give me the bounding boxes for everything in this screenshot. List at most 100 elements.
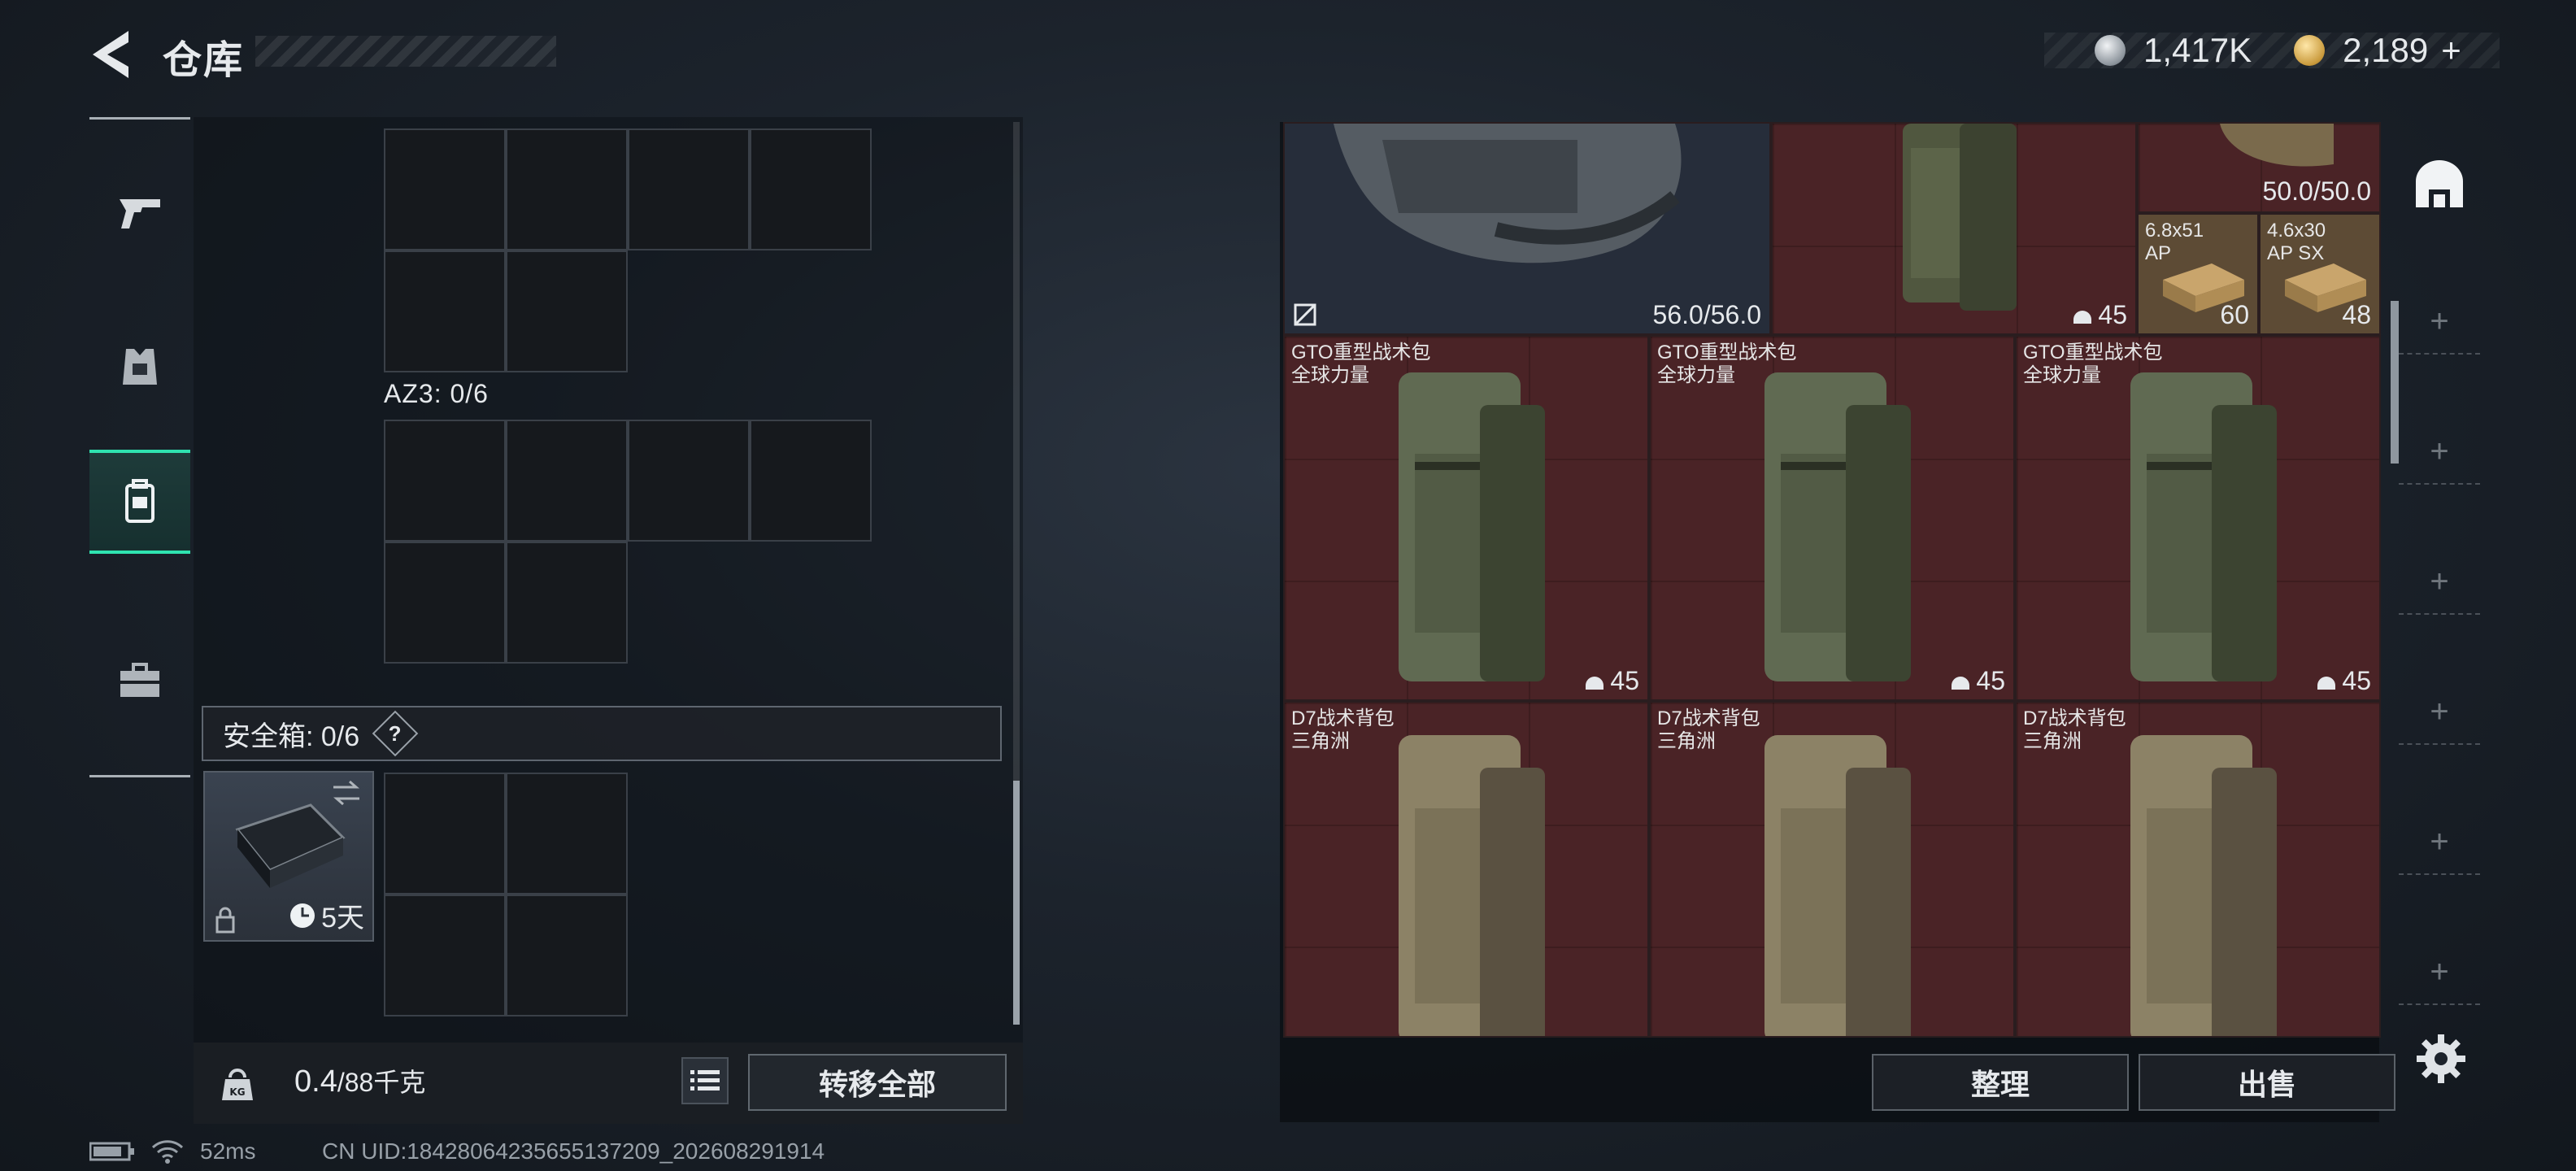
grid-cell[interactable]	[384, 128, 506, 250]
category-weapons[interactable]	[89, 160, 190, 264]
carry-weight-value: 0.4	[294, 1064, 337, 1099]
user-uid: CN UID:18428064235655137209_202608291914	[322, 1138, 825, 1164]
grid-cell[interactable]	[750, 128, 872, 250]
stash-item-ammo[interactable]: 4.6x30 AP SX 48	[2259, 213, 2381, 335]
stash-item-count: 45	[1584, 666, 1639, 696]
settings-button[interactable]	[2415, 1033, 2467, 1085]
helmet-icon	[1586, 676, 1604, 690]
ammo-count: 48	[2342, 300, 2371, 329]
title-decoration	[255, 36, 556, 67]
vault-icon	[2416, 160, 2463, 207]
pistol-icon	[120, 199, 160, 229]
d7-backpack-image	[1399, 735, 1545, 1036]
carry-weight-max: /88千克	[337, 1068, 426, 1097]
sell-button[interactable]: 出售	[2139, 1054, 2395, 1111]
durability: 56.0/56.0	[1652, 300, 1761, 329]
status-bar: 52ms	[89, 1138, 255, 1164]
gold-balance: 2,189	[2343, 31, 2429, 69]
gold-coin-icon	[2294, 35, 2326, 66]
stash-item-d7-pack[interactable]: D7战术背包 三角洲	[1283, 701, 1649, 1038]
grid-cell[interactable]	[384, 542, 506, 664]
grid-cell[interactable]	[384, 895, 506, 1016]
add-stash-page-button[interactable]: +	[2399, 810, 2480, 875]
grid-cell[interactable]	[628, 128, 750, 250]
helmet-image	[2220, 124, 2334, 167]
stash-item-gto-pack[interactable]: GTO重型战术包 全球力量 45	[1649, 335, 2015, 701]
item-name: D7战术背包 三角洲	[1291, 707, 1395, 752]
kettlebell-icon: KG	[222, 1069, 253, 1100]
grid-cell[interactable]	[506, 420, 628, 542]
stash-item-d7-pack[interactable]: D7战术背包 三角洲	[1649, 701, 2015, 1038]
list-icon	[690, 1070, 720, 1090]
stash-item-gto-pack[interactable]: GTO重型战术包 全球力量 45	[2015, 335, 2381, 701]
help-button[interactable]: ?	[372, 710, 419, 757]
lock-icon	[215, 907, 235, 934]
grid-cell[interactable]	[384, 773, 506, 895]
grid-cell[interactable]	[384, 420, 506, 542]
back-arrow-icon	[93, 31, 128, 78]
gear-icon	[2417, 1034, 2465, 1083]
stash-item-helmet[interactable]: 50.0/50.0	[2137, 122, 2381, 213]
back-button[interactable]	[88, 29, 133, 80]
secure-case-label: 安全箱: 0/6	[223, 720, 360, 752]
stash-item-count: 45	[1950, 666, 2005, 696]
secure-case-item[interactable]: 5天	[203, 771, 374, 942]
grid-cell[interactable]	[506, 895, 628, 1016]
grid-cell[interactable]	[506, 542, 628, 664]
stash-item-gto-pack[interactable]: GTO重型战术包 全球力量 45	[1283, 335, 1649, 701]
silver-balance: 1,417K	[2143, 31, 2252, 69]
durability: 50.0/50.0	[2262, 176, 2371, 206]
add-stash-page-button[interactable]: +	[2399, 940, 2480, 1005]
weight-icon: KG	[203, 1052, 272, 1116]
stash-item-ammo[interactable]: 6.8x51 AP 60	[2137, 213, 2259, 335]
currency-bar: 1,417K 2,189 +	[2044, 31, 2500, 70]
helmet-icon	[2317, 676, 2336, 690]
add-stash-page-button[interactable]: +	[2399, 550, 2480, 615]
helmet-icon	[2073, 310, 2092, 324]
category-backpacks[interactable]	[89, 450, 190, 554]
toolbox-icon	[120, 663, 159, 697]
svg-text:KG: KG	[229, 1086, 245, 1098]
grid-cell[interactable]	[506, 773, 628, 895]
item-name: D7战术背包 三角洲	[1657, 707, 1760, 752]
grid-cell[interactable]	[628, 420, 750, 542]
battery-icon	[89, 1142, 134, 1161]
add-gold-button[interactable]: +	[2441, 31, 2461, 70]
transfer-all-button[interactable]: 转移全部	[748, 1054, 1007, 1111]
grid-cell[interactable]	[750, 420, 872, 542]
ammo-count: 60	[2220, 300, 2249, 329]
list-view-button[interactable]	[681, 1057, 729, 1104]
rental-time-remaining: 5天	[289, 895, 364, 935]
grid-cell[interactable]	[384, 250, 506, 372]
secure-case-header: 安全箱: 0/6 ?	[202, 706, 1002, 761]
loadout-scroll-thumb[interactable]	[1013, 781, 1020, 1025]
category-tools[interactable]	[89, 629, 190, 733]
backpack-icon	[125, 479, 154, 523]
ammo-caliber: 4.6x30 AP SX	[2267, 220, 2326, 264]
gto-backpack-image	[1399, 372, 1545, 681]
stash-scroll-thumb[interactable]	[2391, 301, 2399, 464]
stash-page-main[interactable]	[2407, 151, 2472, 216]
grid-cell[interactable]	[506, 250, 628, 372]
days-remaining: 5天	[321, 903, 364, 934]
grid-cell[interactable]	[506, 128, 628, 250]
stash-item-backpack[interactable]: 45	[1771, 122, 2137, 335]
add-stash-page-button[interactable]: +	[2399, 680, 2480, 745]
page-title: 仓库	[163, 39, 245, 82]
gto-backpack-image	[1764, 372, 1911, 681]
ping-value: 52ms	[200, 1138, 256, 1164]
add-stash-page-button[interactable]: +	[2399, 420, 2480, 485]
stash-item-armor[interactable]: 56.0/56.0	[1283, 122, 1771, 335]
add-stash-page-button[interactable]: +	[2399, 289, 2480, 355]
clock-icon	[290, 903, 315, 928]
stash-item-d7-pack[interactable]: D7战术背包 三角洲	[2015, 701, 2381, 1038]
sort-button[interactable]: 整理	[1872, 1054, 2129, 1111]
az3-capacity-label: AZ3: 0/6	[384, 379, 489, 408]
armor-rig-icon	[123, 349, 157, 385]
swap-icon[interactable]	[330, 779, 363, 807]
d7-backpack-image	[1764, 735, 1911, 1036]
helmet-icon	[1952, 676, 1970, 690]
category-armor[interactable]	[89, 315, 190, 419]
stash-item-count: 45	[2316, 666, 2371, 696]
no-insure-icon	[1294, 303, 1316, 326]
